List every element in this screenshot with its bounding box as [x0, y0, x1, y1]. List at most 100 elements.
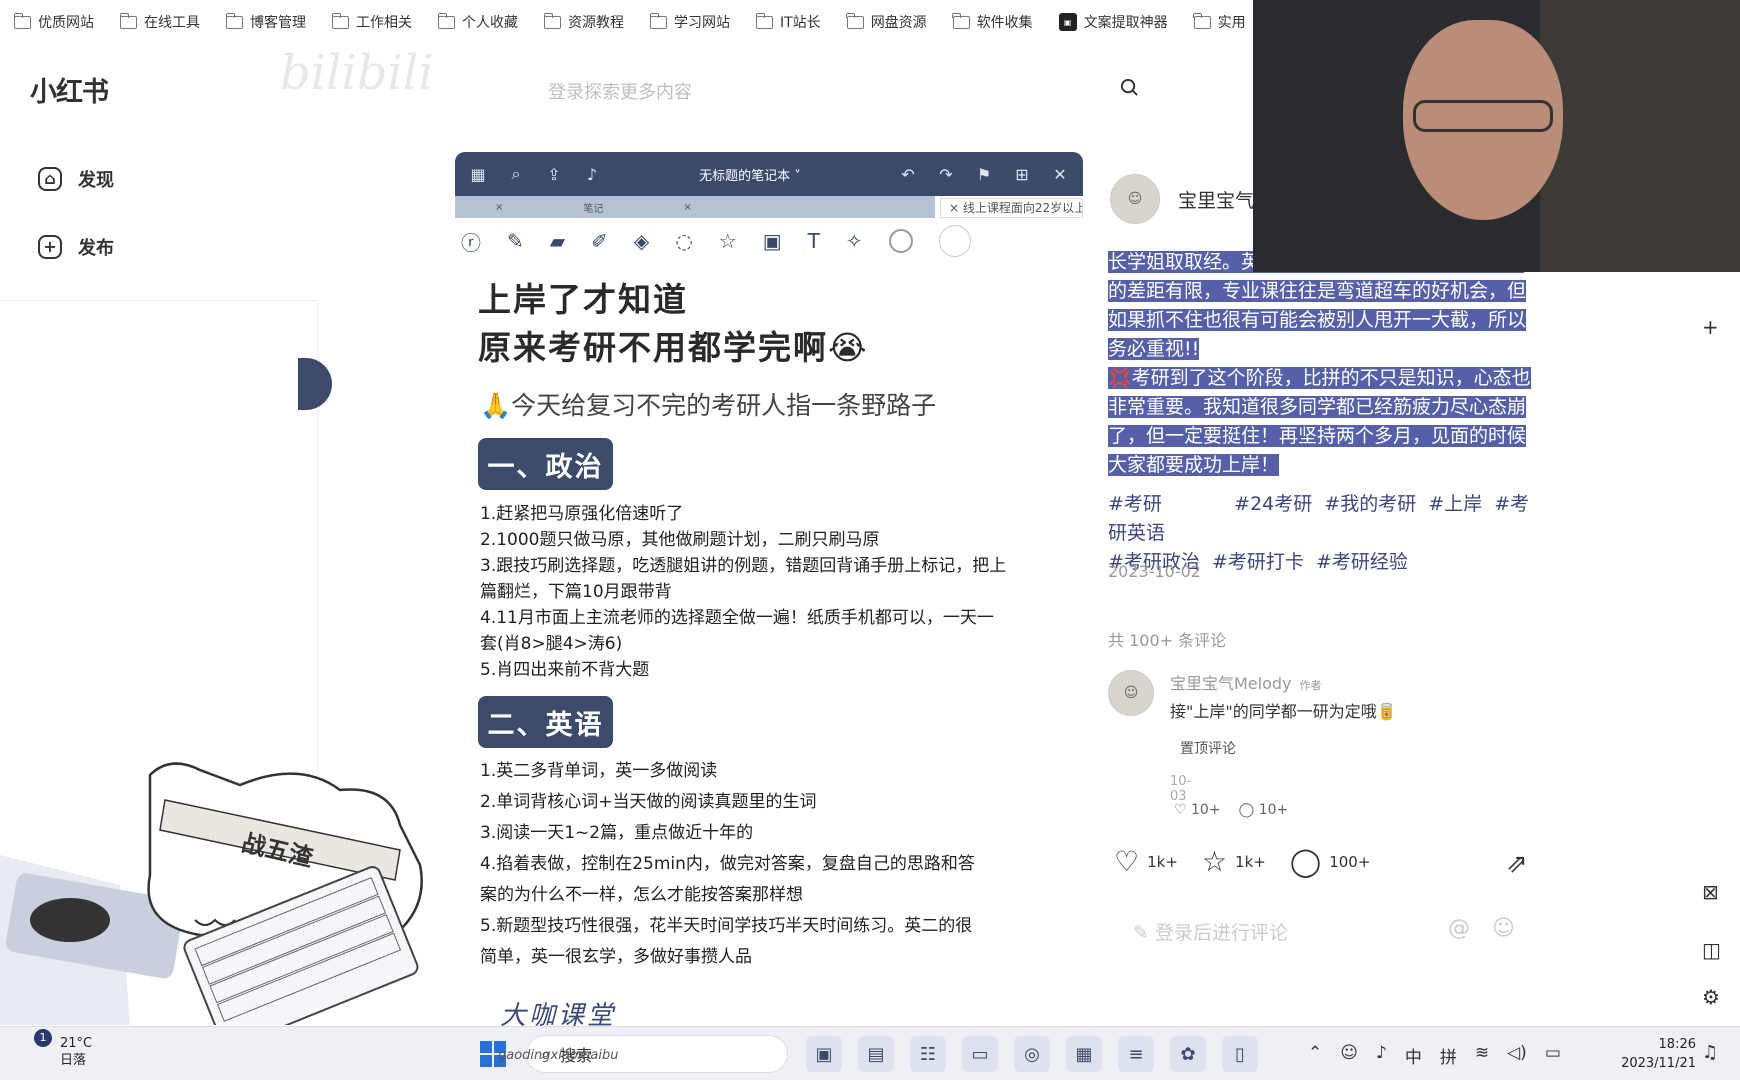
hashtag[interactable]: #上岸: [1428, 493, 1482, 515]
bookmark-item[interactable]: 网盘资源: [846, 12, 927, 32]
ime-indicator[interactable]: 中: [1405, 1043, 1422, 1068]
list-item: 3.阅读一天1~2篇，重点做近十年的: [480, 823, 754, 843]
avatar[interactable]: ☺: [1110, 174, 1160, 224]
shapes-icon[interactable]: ◈: [634, 229, 649, 253]
bookmark-item[interactable]: 学习网站: [649, 12, 730, 32]
gear-icon[interactable]: ⚙: [1702, 985, 1720, 1009]
screenshot-icon[interactable]: ⊠: [1702, 880, 1719, 904]
tab-notes[interactable]: 笔记: [543, 200, 643, 215]
lasso-icon[interactable]: ⓡ: [461, 227, 481, 256]
edge-icon[interactable]: ◎: [1014, 1036, 1050, 1072]
close-icon[interactable]: ✕: [1051, 165, 1069, 184]
list-item: 5.新题型技巧性很强，花半天时间学技巧半天时间练习。英二的很: [480, 916, 973, 936]
bookmark-item[interactable]: 工作相关: [331, 12, 412, 32]
redo-icon[interactable]: ↷: [937, 165, 955, 184]
cat-illustration: 战五渣: [0, 762, 423, 1025]
bookmark-item[interactable]: 个人收藏: [437, 12, 518, 32]
clock[interactable]: 18:26 2023/11/21: [1606, 1035, 1696, 1073]
search-icon[interactable]: [1120, 78, 1139, 97]
color-swatch[interactable]: [888, 229, 913, 253]
course-notice[interactable]: × 线上课程面向22岁以上: [940, 198, 1083, 218]
image-icon[interactable]: ▣: [763, 229, 782, 253]
hashtag[interactable]: #我的考研: [1324, 493, 1416, 515]
nav-discover[interactable]: ⌂ 发现: [38, 166, 114, 192]
search-input[interactable]: 登录探索更多内容: [548, 78, 692, 104]
emoji-icon[interactable]: ☺: [1492, 916, 1515, 941]
wifi-icon[interactable]: ≋: [1475, 1043, 1489, 1068]
comment-icon: ◯: [1289, 845, 1322, 878]
comment-input[interactable]: ✎ 登录后进行评论: [1133, 918, 1288, 945]
list-item: 1.英二多背单词，英一多做阅读: [480, 761, 718, 781]
undo-icon[interactable]: ↶: [899, 165, 917, 184]
webcam-overlay: [1253, 0, 1740, 272]
bookmark-label: IT站长: [780, 15, 821, 31]
tab-close-icon[interactable]: ×: [643, 202, 731, 213]
add-page-icon[interactable]: ⊞: [1013, 165, 1031, 184]
text-icon[interactable]: T: [808, 229, 820, 253]
eraser-icon[interactable]: ✐: [591, 229, 608, 253]
volume-icon[interactable]: ◁): [1507, 1043, 1527, 1068]
folder-icon[interactable]: ▭: [962, 1036, 998, 1072]
hashtag[interactable]: #24考研: [1234, 493, 1312, 515]
bookmark-icon[interactable]: ⚑: [975, 165, 993, 184]
laser-icon[interactable]: ✧: [846, 229, 863, 253]
comment-text: 接"上岸"的同学都一研为定哦🥫: [1170, 702, 1397, 721]
highlighter-icon[interactable]: ▰: [550, 229, 565, 253]
tray-app-icon[interactable]: ☺: [1340, 1043, 1358, 1068]
teams-icon[interactable]: ☷: [910, 1036, 946, 1072]
pen-icon[interactable]: ✎: [507, 229, 524, 253]
bookmark-item[interactable]: ▣ 文案提取神器: [1058, 12, 1168, 32]
phone-icon[interactable]: ▯: [1222, 1036, 1258, 1072]
collect-button[interactable]: ☆ 1k+: [1202, 845, 1266, 878]
plus-icon[interactable]: +: [1702, 315, 1719, 339]
bookmark-item[interactable]: 实用: [1193, 12, 1246, 32]
like-button[interactable]: ♡ 1k+: [1114, 845, 1178, 878]
section-heading-politics: 一、政治: [478, 438, 613, 490]
tab-close-icon[interactable]: ×: [455, 202, 543, 213]
comment-author[interactable]: 宝里宝气Melody 作者: [1170, 670, 1322, 694]
author-name[interactable]: 宝里宝气: [1178, 186, 1254, 213]
author-row[interactable]: ☺ 宝里宝气: [1110, 174, 1254, 224]
bookmark-item[interactable]: 软件收集: [952, 12, 1033, 32]
search-icon[interactable]: ⌕: [507, 164, 525, 184]
bookmark-item[interactable]: 在线工具: [119, 12, 200, 32]
sidebar-icon[interactable]: ◫: [1702, 938, 1721, 962]
battery-icon[interactable]: ▭: [1545, 1043, 1561, 1068]
app-icon[interactable]: ▤: [858, 1036, 894, 1072]
notification-bell-icon[interactable]: ♫: [1702, 1042, 1718, 1063]
at-icon[interactable]: @: [1448, 916, 1470, 941]
comment-button[interactable]: ◯ 100+: [1290, 845, 1371, 878]
side-tab[interactable]: [298, 358, 332, 410]
bookmark-item[interactable]: IT站长: [755, 12, 821, 32]
hashtag[interactable]: #考研: [1108, 493, 1162, 515]
app-icon[interactable]: ✿: [1170, 1036, 1206, 1072]
share-icon[interactable]: ⇪: [545, 165, 563, 184]
comment-like-button[interactable]: ♡ 10+: [1174, 802, 1221, 818]
plus-icon: +: [38, 235, 62, 259]
avatar[interactable]: ☺: [1108, 670, 1154, 716]
nav-publish[interactable]: + 发布: [38, 234, 114, 260]
mic-icon[interactable]: ♪: [583, 165, 601, 184]
author-tag: 作者: [1299, 679, 1322, 692]
bookmark-item[interactable]: 资源教程: [543, 12, 624, 32]
hashtag[interactable]: #考研经验: [1316, 551, 1408, 573]
color-swatch-white[interactable]: [938, 225, 971, 257]
notepad-icon[interactable]: ≡: [1118, 1036, 1154, 1072]
hashtag[interactable]: #考研打卡: [1212, 551, 1304, 573]
bookmark-item[interactable]: 博客管理: [225, 12, 306, 32]
notebook-title[interactable]: 无标题的笔记本 ˅: [621, 165, 879, 184]
home-icon: ⌂: [38, 167, 62, 191]
mic-icon[interactable]: ♪: [1376, 1043, 1387, 1068]
comment-reply-button[interactable]: ◯ 10+: [1239, 802, 1289, 818]
bookmark-item[interactable]: 优质网站: [13, 12, 94, 32]
lasso-select-icon[interactable]: ◌: [675, 229, 692, 253]
ime-mode[interactable]: 拼: [1440, 1043, 1457, 1068]
store-icon[interactable]: ▦: [1066, 1036, 1102, 1072]
site-logo[interactable]: 小红书: [30, 70, 109, 109]
bookmark-label: 网盘资源: [870, 15, 927, 31]
grid-icon[interactable]: ▦: [469, 165, 487, 184]
chevron-up-icon[interactable]: ⌃: [1308, 1043, 1322, 1068]
sticker-icon[interactable]: ☆: [719, 229, 737, 253]
premiere-icon[interactable]: ▣: [806, 1036, 842, 1072]
share-icon[interactable]: ⇗: [1506, 849, 1528, 879]
